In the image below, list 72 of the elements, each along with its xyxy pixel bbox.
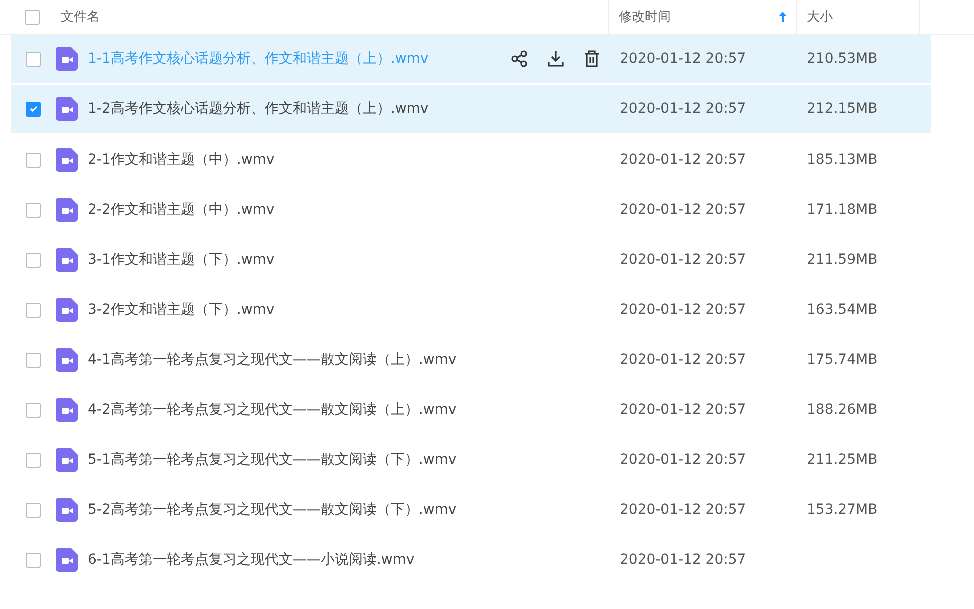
file-name[interactable]: 6-1高考第一轮考点复习之现代文——小说阅读.wmv bbox=[88, 551, 415, 569]
modified-time: 2020-01-12 20:57 bbox=[620, 302, 746, 318]
file-row[interactable]: 6-1高考第一轮考点复习之现代文——小说阅读.wmv 2020-01-12 20:57 bbox=[11, 535, 931, 585]
row-checkbox[interactable] bbox=[26, 452, 41, 468]
file-row[interactable]: 1-1高考作文核心话题分析、作文和谐主题（上）.wmv 2020-01-12 20:57 210.53MB bbox=[11, 35, 931, 85]
modified-time: 2020-01-12 20:57 bbox=[620, 51, 746, 67]
video-file-icon bbox=[56, 398, 78, 422]
file-size: 163.54MB bbox=[807, 302, 878, 318]
video-file-icon bbox=[56, 97, 78, 121]
file-size: 212.15MB bbox=[807, 101, 878, 117]
row-checkbox[interactable] bbox=[26, 252, 41, 268]
row-checkbox[interactable] bbox=[26, 352, 41, 368]
file-name[interactable]: 5-1高考第一轮考点复习之现代文——散文阅读（下）.wmv bbox=[88, 451, 457, 469]
file-size: 171.18MB bbox=[807, 202, 878, 218]
file-row[interactable]: 3-2作文和谐主题（下）.wmv 2020-01-12 20:57 163.54MB bbox=[11, 285, 931, 335]
file-size: 211.59MB bbox=[807, 252, 878, 268]
row-checkbox[interactable] bbox=[26, 52, 41, 66]
row-checkbox[interactable] bbox=[26, 152, 41, 168]
file-name[interactable]: 3-1作文和谐主题（下）.wmv bbox=[88, 251, 275, 269]
file-row[interactable]: 4-1高考第一轮考点复习之现代文——散文阅读（上）.wmv 2020-01-12 20:57 175.74MB bbox=[11, 335, 931, 385]
video-file-icon bbox=[56, 448, 78, 472]
video-file-icon bbox=[56, 348, 78, 372]
file-name[interactable]: 4-2高考第一轮考点复习之现代文——散文阅读（上）.wmv bbox=[88, 401, 457, 419]
row-checkbox[interactable] bbox=[26, 402, 41, 418]
file-size: 175.74MB bbox=[807, 352, 878, 368]
file-size: 210.53MB bbox=[807, 51, 878, 67]
column-header[interactable]: 文件名 bbox=[61, 0, 609, 34]
column-header[interactable]: 大小 bbox=[797, 0, 920, 34]
file-row[interactable]: 1-2高考作文核心话题分析、作文和谐主题（上）.wmv 2020-01-12 20:57 212.15MB bbox=[11, 85, 931, 135]
file-row[interactable]: 4-2高考第一轮考点复习之现代文——散文阅读（上）.wmv 2020-01-12 20:57 188.26MB bbox=[11, 385, 931, 435]
file-size: 153.27MB bbox=[807, 502, 878, 518]
video-file-icon bbox=[56, 198, 78, 222]
select-all-checkbox[interactable] bbox=[25, 10, 40, 24]
modified-time: 2020-01-12 20:57 bbox=[620, 452, 746, 468]
file-size: 211.25MB bbox=[807, 452, 878, 468]
modified-time: 2020-01-12 20:57 bbox=[620, 352, 746, 368]
file-name[interactable]: 2-2作文和谐主题（中）.wmv bbox=[88, 201, 275, 219]
column-header[interactable]: 修改时间 bbox=[609, 0, 797, 34]
download-icon[interactable] bbox=[547, 50, 565, 68]
file-name[interactable]: 2-1作文和谐主题（中）.wmv bbox=[88, 151, 275, 169]
modified-time: 2020-01-12 20:57 bbox=[620, 552, 746, 568]
row-checkbox[interactable] bbox=[26, 202, 41, 218]
file-row[interactable]: 2-1作文和谐主题（中）.wmv 2020-01-12 20:57 185.13MB bbox=[11, 135, 931, 185]
modified-time: 2020-01-12 20:57 bbox=[620, 202, 746, 218]
file-name[interactable]: 3-2作文和谐主题（下）.wmv bbox=[88, 301, 275, 319]
file-name[interactable]: 1-2高考作文核心话题分析、作文和谐主题（上）.wmv bbox=[88, 100, 429, 118]
modified-time: 2020-01-12 20:57 bbox=[620, 502, 746, 518]
trash-icon[interactable] bbox=[583, 50, 601, 68]
file-size: 185.13MB bbox=[807, 152, 878, 168]
video-file-icon bbox=[56, 248, 78, 272]
row-checkbox[interactable] bbox=[26, 102, 41, 116]
file-name[interactable]: 4-1高考第一轮考点复习之现代文——散文阅读（上）.wmv bbox=[88, 351, 457, 369]
video-file-icon bbox=[56, 47, 78, 71]
modified-time: 2020-01-12 20:57 bbox=[620, 152, 746, 168]
file-row[interactable]: 5-1高考第一轮考点复习之现代文——散文阅读（下）.wmv 2020-01-12 20:57 211.25MB bbox=[11, 435, 931, 485]
row-checkbox[interactable] bbox=[26, 302, 41, 318]
share-icon[interactable] bbox=[511, 50, 529, 68]
modified-time: 2020-01-12 20:57 bbox=[620, 402, 746, 418]
modified-time: 2020-01-12 20:57 bbox=[620, 101, 746, 117]
file-size: 188.26MB bbox=[807, 402, 878, 418]
video-file-icon bbox=[56, 148, 78, 172]
video-file-icon bbox=[56, 298, 78, 322]
video-file-icon bbox=[56, 548, 78, 572]
checkmark-icon bbox=[28, 104, 38, 114]
file-row[interactable]: 2-2作文和谐主题（中）.wmv 2020-01-12 20:57 171.18MB bbox=[11, 185, 931, 235]
file-row[interactable]: 3-1作文和谐主题（下）.wmv 2020-01-12 20:57 211.59MB bbox=[11, 235, 931, 285]
file-name[interactable]: 5-2高考第一轮考点复习之现代文——散文阅读（下）.wmv bbox=[88, 501, 457, 519]
file-row[interactable]: 5-2高考第一轮考点复习之现代文——散文阅读（下）.wmv 2020-01-12 20:57 153.27MB bbox=[11, 485, 931, 535]
modified-time: 2020-01-12 20:57 bbox=[620, 252, 746, 268]
video-file-icon bbox=[56, 498, 78, 522]
row-checkbox[interactable] bbox=[26, 502, 41, 518]
row-checkbox[interactable] bbox=[26, 552, 41, 568]
